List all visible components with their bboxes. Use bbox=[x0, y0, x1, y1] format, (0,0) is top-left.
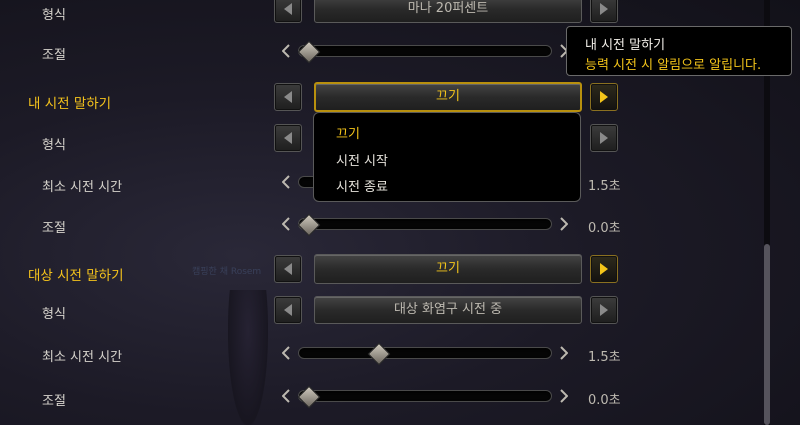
min-cast-value-1: 1.5초 bbox=[588, 179, 621, 194]
prev-button[interactable] bbox=[274, 83, 302, 111]
format-dropdown-1[interactable]: 마나 20퍼센트 bbox=[314, 0, 582, 23]
menu-option-off[interactable]: 끄기 bbox=[336, 123, 360, 142]
arrow-left-icon bbox=[284, 3, 292, 15]
arrow-right-icon bbox=[600, 3, 608, 15]
chevron-left-icon[interactable] bbox=[282, 175, 290, 189]
next-button[interactable] bbox=[590, 0, 618, 23]
section-my-cast-announce: 내 시전 말하기 bbox=[28, 96, 112, 112]
chevron-right-icon[interactable] bbox=[560, 389, 568, 403]
dropdown-menu: 끄기 시전 시작 시전 종료 bbox=[313, 112, 581, 202]
tooltip-text: 능력 시전 시 알림으로 알립니다. bbox=[585, 58, 762, 73]
adjust-value-2: 0.0초 bbox=[588, 221, 621, 236]
chevron-right-icon[interactable] bbox=[560, 217, 568, 231]
row-label-format-2: 형식 bbox=[42, 138, 66, 153]
background-nameplate: 캠핑한 채 Rosem bbox=[192, 267, 262, 277]
arrow-right-icon bbox=[600, 91, 608, 103]
prev-button[interactable] bbox=[274, 124, 302, 152]
tooltip: 내 시전 말하기 능력 시전 시 알림으로 알립니다. bbox=[566, 26, 792, 76]
scrollbar-thumb[interactable] bbox=[764, 244, 770, 425]
menu-option-cast-start[interactable]: 시전 시작 bbox=[336, 150, 388, 169]
chevron-left-icon[interactable] bbox=[282, 44, 290, 58]
min-cast-slider-2[interactable] bbox=[298, 347, 552, 359]
row-label-adjust-3: 조절 bbox=[42, 394, 66, 409]
section-target-cast-announce: 대상 시전 말하기 bbox=[28, 268, 124, 284]
next-button[interactable] bbox=[590, 83, 618, 111]
row-label-min-cast-2: 최소 시전 시간 bbox=[42, 350, 123, 365]
row-label-format-3: 형식 bbox=[42, 307, 66, 322]
arrow-left-icon bbox=[284, 91, 292, 103]
min-cast-value-2: 1.5초 bbox=[588, 350, 621, 365]
next-button[interactable] bbox=[590, 255, 618, 283]
adjust-slider-3[interactable] bbox=[298, 390, 552, 402]
row-label-min-cast-1: 최소 시전 시간 bbox=[42, 180, 123, 195]
row-label-adjust-2: 조절 bbox=[42, 221, 66, 236]
prev-button[interactable] bbox=[274, 296, 302, 324]
chevron-right-icon[interactable] bbox=[560, 346, 568, 360]
target-cast-dropdown[interactable]: 끄기 bbox=[314, 254, 582, 284]
arrow-right-icon bbox=[600, 304, 608, 316]
tooltip-title: 내 시전 말하기 bbox=[585, 38, 666, 53]
adjust-value-3: 0.0초 bbox=[588, 393, 621, 408]
adjust-slider-2[interactable] bbox=[298, 218, 552, 230]
chevron-left-icon[interactable] bbox=[282, 389, 290, 403]
next-button[interactable] bbox=[590, 124, 618, 152]
row-label-format-1: 형식 bbox=[42, 8, 66, 23]
my-cast-dropdown[interactable]: 끄기 bbox=[314, 82, 582, 112]
arrow-right-icon bbox=[600, 263, 608, 275]
chevron-left-icon[interactable] bbox=[282, 346, 290, 360]
arrow-left-icon bbox=[284, 132, 292, 144]
adjust-slider-1[interactable] bbox=[298, 45, 552, 57]
format-dropdown-3[interactable]: 대상 화염구 시전 중 bbox=[314, 296, 582, 324]
prev-button[interactable] bbox=[274, 255, 302, 283]
next-button[interactable] bbox=[590, 296, 618, 324]
arrow-left-icon bbox=[284, 263, 292, 275]
arrow-right-icon bbox=[600, 132, 608, 144]
row-label-adjust-1: 조절 bbox=[42, 48, 66, 63]
prev-button[interactable] bbox=[274, 0, 302, 23]
background-character-silhouette bbox=[228, 290, 268, 425]
menu-option-cast-end[interactable]: 시전 종료 bbox=[336, 176, 388, 195]
chevron-left-icon[interactable] bbox=[282, 217, 290, 231]
arrow-left-icon bbox=[284, 304, 292, 316]
